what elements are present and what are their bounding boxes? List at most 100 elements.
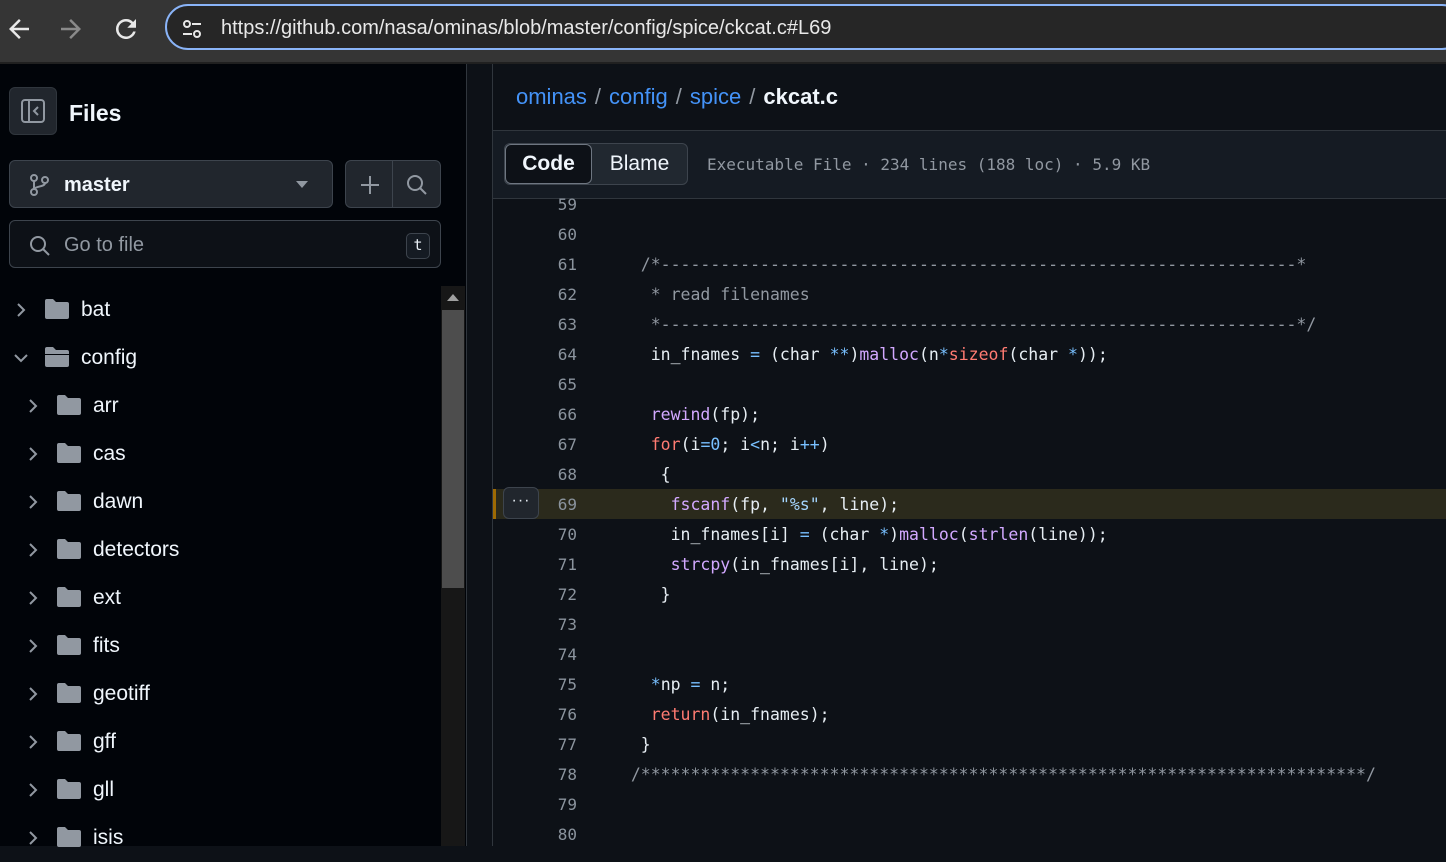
tree-item[interactable]: bat <box>0 286 440 334</box>
line-number[interactable]: 71 <box>513 555 577 574</box>
url-text[interactable]: https://github.com/nasa/ominas/blob/mast… <box>221 17 831 40</box>
code-token: = <box>799 525 810 544</box>
sidebar-collapse-icon <box>21 99 45 123</box>
code-token: )); <box>1077 345 1108 364</box>
tree-item-label: bat <box>81 298 111 321</box>
line-number[interactable]: 76 <box>513 705 577 724</box>
add-file-button[interactable] <box>345 160 393 208</box>
line-number[interactable]: 68 <box>513 465 577 484</box>
line-number[interactable]: 62 <box>513 285 577 304</box>
line-number[interactable]: 75 <box>513 675 577 694</box>
breadcrumb-separator: / <box>749 84 756 109</box>
address-bar[interactable]: https://github.com/nasa/ominas/blob/mast… <box>165 4 1446 50</box>
tab-code[interactable]: Code <box>505 144 592 184</box>
tree-item[interactable]: ext <box>0 574 440 622</box>
code-token: * <box>938 345 949 364</box>
tree-item-label: geotiff <box>93 682 150 705</box>
code-token: , line); <box>819 495 900 514</box>
code-token: * <box>650 675 661 694</box>
chevron-right-icon[interactable] <box>9 298 33 322</box>
go-to-file-input[interactable]: Go to file t <box>9 220 441 268</box>
code-token: "%s" <box>779 495 820 514</box>
breadcrumb-link[interactable]: config <box>609 84 668 109</box>
code-view: 59 60 61 /*-------------------------------… <box>493 189 1446 849</box>
folder-icon <box>56 586 82 608</box>
tree-item-label: config <box>81 346 138 369</box>
highlight-marker <box>493 489 496 519</box>
line-number[interactable]: 61 <box>513 255 577 274</box>
code-token: { <box>611 465 671 484</box>
site-settings-icon[interactable] <box>181 19 203 44</box>
line-number[interactable]: 77 <box>513 735 577 754</box>
scroll-up-arrow-icon[interactable] <box>447 294 459 301</box>
line-number[interactable]: 79 <box>513 795 577 814</box>
line-source: fscanf(fp, "%s", line); <box>611 495 900 514</box>
folder-icon <box>56 730 82 752</box>
chevron-right-icon[interactable] <box>21 682 45 706</box>
line-number[interactable]: 73 <box>513 615 577 634</box>
browser-toolbar: https://github.com/nasa/ominas/blob/mast… <box>0 0 1446 64</box>
folder-open-icon <box>44 346 70 368</box>
folder-icon <box>56 778 82 800</box>
branch-selector[interactable]: master <box>9 160 333 208</box>
breadcrumb-link[interactable]: ominas <box>516 84 587 109</box>
collapse-sidebar-button[interactable] <box>9 87 57 135</box>
back-arrow-icon[interactable] <box>4 14 34 44</box>
chevron-right-icon[interactable] <box>21 394 45 418</box>
forward-arrow-icon[interactable] <box>56 14 86 44</box>
line-number[interactable]: 64 <box>513 345 577 364</box>
tree-item-label: isis <box>93 826 124 849</box>
code-token: = <box>690 675 701 694</box>
line-number[interactable]: 60 <box>513 225 577 244</box>
sidebar-scrollbar[interactable] <box>441 286 465 846</box>
chevron-right-icon[interactable] <box>21 778 45 802</box>
search-icon <box>30 236 50 256</box>
chevron-right-icon[interactable] <box>21 586 45 610</box>
tree-item-label: gff <box>93 730 116 753</box>
tree-item[interactable]: dawn <box>0 478 440 526</box>
line-source: } <box>611 735 651 754</box>
chevron-down-icon[interactable] <box>9 346 33 370</box>
line-number[interactable]: 59 <box>513 195 577 214</box>
line-number[interactable]: 69 <box>513 495 577 514</box>
reload-icon[interactable] <box>111 14 141 44</box>
tab-blame[interactable]: Blame <box>592 144 687 184</box>
code-token: (line)); <box>1028 525 1108 544</box>
tree-item[interactable]: detectors <box>0 526 440 574</box>
tree-item[interactable]: cas <box>0 430 440 478</box>
tree-item[interactable]: config <box>0 334 440 382</box>
tree-item[interactable]: geotiff <box>0 670 440 718</box>
line-source: * read filenames <box>611 285 810 304</box>
chevron-right-icon[interactable] <box>21 730 45 754</box>
chevron-right-icon[interactable] <box>21 634 45 658</box>
tree-item[interactable]: gll <box>0 766 440 814</box>
search-code-button[interactable] <box>393 160 441 208</box>
code-token: ) <box>849 345 860 364</box>
chevron-right-icon[interactable] <box>21 538 45 562</box>
tree-item[interactable]: fits <box>0 622 440 670</box>
code-token: *---------------------------------------… <box>611 315 1317 334</box>
line-number[interactable]: 65 <box>513 375 577 394</box>
line-number[interactable]: 70 <box>513 525 577 544</box>
code-token: * <box>879 525 890 544</box>
line-number[interactable]: 80 <box>513 825 577 844</box>
file-view: ominas / config / spice / ckcat.c Code Blame E… <box>492 64 1446 846</box>
tree-item[interactable]: gff <box>0 718 440 766</box>
scrollbar-thumb[interactable] <box>442 310 464 588</box>
tree-item[interactable]: isis <box>0 814 440 862</box>
chevron-right-icon[interactable] <box>21 490 45 514</box>
code-line: 61 /*-----------------------------------… <box>493 249 1446 279</box>
chevron-right-icon[interactable] <box>21 442 45 466</box>
line-number[interactable]: 67 <box>513 435 577 454</box>
line-number[interactable]: 72 <box>513 585 577 604</box>
tree-item[interactable]: arr <box>0 382 440 430</box>
line-number[interactable]: 63 <box>513 315 577 334</box>
breadcrumb-link[interactable]: spice <box>690 84 741 109</box>
line-number[interactable]: 66 <box>513 405 577 424</box>
line-number[interactable]: 78 <box>513 765 577 784</box>
chevron-right-icon[interactable] <box>21 826 45 850</box>
code-token: strlen <box>968 525 1029 544</box>
line-number[interactable]: 74 <box>513 645 577 664</box>
branch-name: master <box>64 174 130 196</box>
